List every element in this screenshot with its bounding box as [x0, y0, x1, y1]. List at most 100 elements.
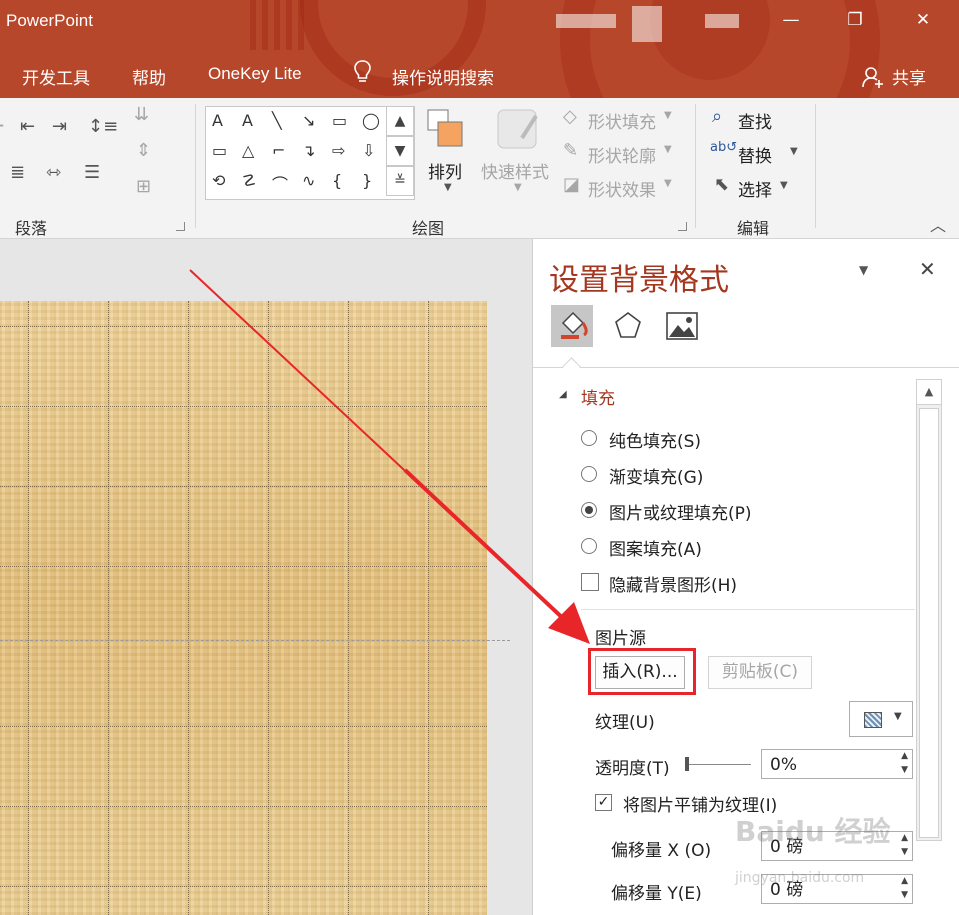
shape-outline-button[interactable]: 形状轮廓 [588, 142, 656, 167]
shape-item[interactable]: ↘ [302, 111, 315, 130]
spin-up-icon[interactable]: ▲ [901, 832, 908, 844]
transparency-input[interactable]: 0% ▲ ▼ [761, 749, 913, 779]
shape-item[interactable]: ☡ [242, 171, 256, 190]
find-button[interactable]: 查找 [738, 108, 772, 133]
option-pattern-fill[interactable]: 图案填充(A) [609, 535, 702, 560]
shape-item[interactable]: { [332, 171, 342, 190]
pane-options-icon[interactable]: ▼ [859, 263, 868, 277]
arrange-icon[interactable] [426, 108, 468, 152]
shape-item[interactable]: ⌐ [272, 141, 285, 160]
pane-scrollbar[interactable]: ▲ [916, 379, 942, 841]
shape-item[interactable]: ◯ [362, 111, 380, 130]
decrease-indent-icon[interactable]: ⇤ [20, 116, 35, 137]
shape-item[interactable]: △ [242, 141, 254, 160]
hide-bg-checkbox[interactable] [581, 573, 599, 591]
shape-item[interactable]: ↴ [302, 141, 315, 160]
text-direction-icon[interactable]: ⇊ [134, 104, 149, 125]
quick-styles-icon[interactable] [494, 108, 544, 152]
radio-gradient-fill[interactable] [581, 466, 597, 482]
shape-effects-button[interactable]: 形状效果 [588, 176, 656, 201]
select-button[interactable]: 选择 [738, 176, 772, 201]
spin-up-icon[interactable]: ▲ [901, 875, 908, 887]
clipboard-button[interactable]: 剪贴板(C) [708, 656, 812, 689]
chevron-down-icon[interactable]: ▼ [664, 178, 672, 189]
distribute-icon[interactable]: ⇿ [46, 162, 61, 183]
section-fill[interactable]: 填充 [581, 384, 615, 409]
option-picture-fill[interactable]: 图片或纹理填充(P) [609, 499, 752, 524]
option-hide-bg[interactable]: 隐藏背景图形(H) [609, 571, 737, 596]
spin-down-icon[interactable]: ▼ [901, 846, 908, 858]
shapes-gallery[interactable]: A A ╲ ↘ ▭ ◯ ▭ △ ⌐ ↴ ⇨ ⇩ ⟲ ☡ ⌒ ∿ {} [205, 106, 415, 200]
columns-icon[interactable]: ☰ [84, 162, 100, 183]
scroll-thumb[interactable] [919, 408, 939, 838]
shape-item[interactable]: ▭ [212, 141, 227, 160]
menu-help[interactable]: 帮助 [132, 64, 166, 89]
shape-item[interactable]: ∿ [302, 171, 315, 190]
paint-bucket-icon[interactable]: ◇ [563, 106, 577, 127]
chevron-down-icon[interactable]: ▼ [664, 144, 672, 155]
chevron-down-icon[interactable]: ▼ [790, 146, 798, 157]
increase-indent-icon[interactable]: ⇥ [52, 116, 67, 137]
transparency-slider-thumb[interactable] [685, 757, 689, 771]
tell-me-search[interactable]: 操作说明搜索 [392, 64, 494, 89]
scroll-up-icon[interactable]: ▲ [917, 380, 941, 405]
replace-button[interactable]: 替换 [738, 142, 772, 167]
shape-item[interactable]: A [242, 111, 253, 130]
picture-tab-icon[interactable] [661, 305, 703, 347]
line-spacing-icon[interactable]: ↕≡ [88, 116, 118, 137]
align-text-icon[interactable]: ⇕ [136, 140, 151, 161]
shape-item[interactable]: ⇩ [362, 141, 375, 160]
restore-button[interactable]: ❐ [842, 10, 868, 30]
gallery-more-icon[interactable]: ≚ [386, 166, 414, 196]
gallery-down-icon[interactable]: ▼ [386, 136, 414, 166]
search-icon[interactable]: ⌕ [712, 106, 722, 127]
effects-tab-icon[interactable] [607, 305, 649, 347]
shape-item[interactable]: ⌒ [272, 171, 288, 195]
paragraph-launcher-icon[interactable] [176, 222, 185, 231]
spin-up-icon[interactable]: ▲ [901, 750, 908, 762]
bullets-icon[interactable]: ⁃ [0, 116, 5, 137]
shape-fill-button[interactable]: 形状填充 [588, 108, 656, 133]
justify-icon[interactable]: ≣ [10, 162, 25, 183]
smartart-icon[interactable]: ⊞ [136, 176, 151, 197]
collapse-ribbon-icon[interactable]: ︿ [930, 212, 946, 236]
slide[interactable] [0, 301, 487, 915]
chevron-down-icon[interactable]: ▼ [780, 180, 788, 191]
fill-tab-icon[interactable] [551, 305, 593, 347]
close-button[interactable]: ✕ [910, 10, 936, 30]
cursor-icon[interactable]: ⬉ [714, 174, 729, 195]
shape-item[interactable]: A [212, 111, 223, 130]
shape-item[interactable]: ⇨ [332, 141, 345, 160]
minimize-button[interactable]: — [778, 10, 804, 30]
replace-icon[interactable]: ab↺ [710, 140, 737, 155]
pane-close-icon[interactable]: ✕ [919, 257, 936, 281]
pen-icon[interactable]: ✎ [563, 140, 578, 161]
texture-picker[interactable]: ▼ [849, 701, 913, 737]
slide-canvas[interactable] [0, 239, 532, 915]
effects-icon[interactable]: ◪ [563, 174, 580, 195]
menu-onekey[interactable]: OneKey Lite [208, 64, 302, 84]
transparency-slider-track[interactable] [685, 764, 751, 765]
chevron-down-icon[interactable]: ▼ [664, 110, 672, 121]
share-button[interactable]: 共享 [892, 64, 926, 89]
tile-checkbox[interactable]: ✓ [595, 794, 612, 811]
radio-picture-fill[interactable] [581, 502, 597, 518]
arrange-button[interactable]: 排列 [428, 158, 462, 183]
chevron-down-icon[interactable]: ▼ [444, 182, 452, 193]
gallery-up-icon[interactable]: ▲ [386, 106, 414, 136]
option-solid-fill[interactable]: 纯色填充(S) [609, 427, 701, 452]
drawing-launcher-icon[interactable] [678, 222, 687, 231]
shape-item[interactable]: ⟲ [212, 171, 225, 190]
spin-down-icon[interactable]: ▼ [901, 889, 908, 901]
shape-item[interactable]: ╲ [272, 111, 282, 130]
shape-item[interactable]: } [362, 171, 372, 190]
shape-item[interactable]: ▭ [332, 111, 347, 130]
lightbulb-icon[interactable] [354, 60, 371, 84]
radio-solid-fill[interactable] [581, 430, 597, 446]
menu-developer[interactable]: 开发工具 [22, 64, 90, 89]
quick-styles-button[interactable]: 快速样式 [481, 158, 549, 183]
chevron-down-icon[interactable]: ▼ [514, 182, 522, 193]
share-person-icon[interactable] [862, 66, 884, 88]
option-gradient-fill[interactable]: 渐变填充(G) [609, 463, 703, 488]
collapse-triangle-icon[interactable]: ◢ [559, 389, 567, 400]
